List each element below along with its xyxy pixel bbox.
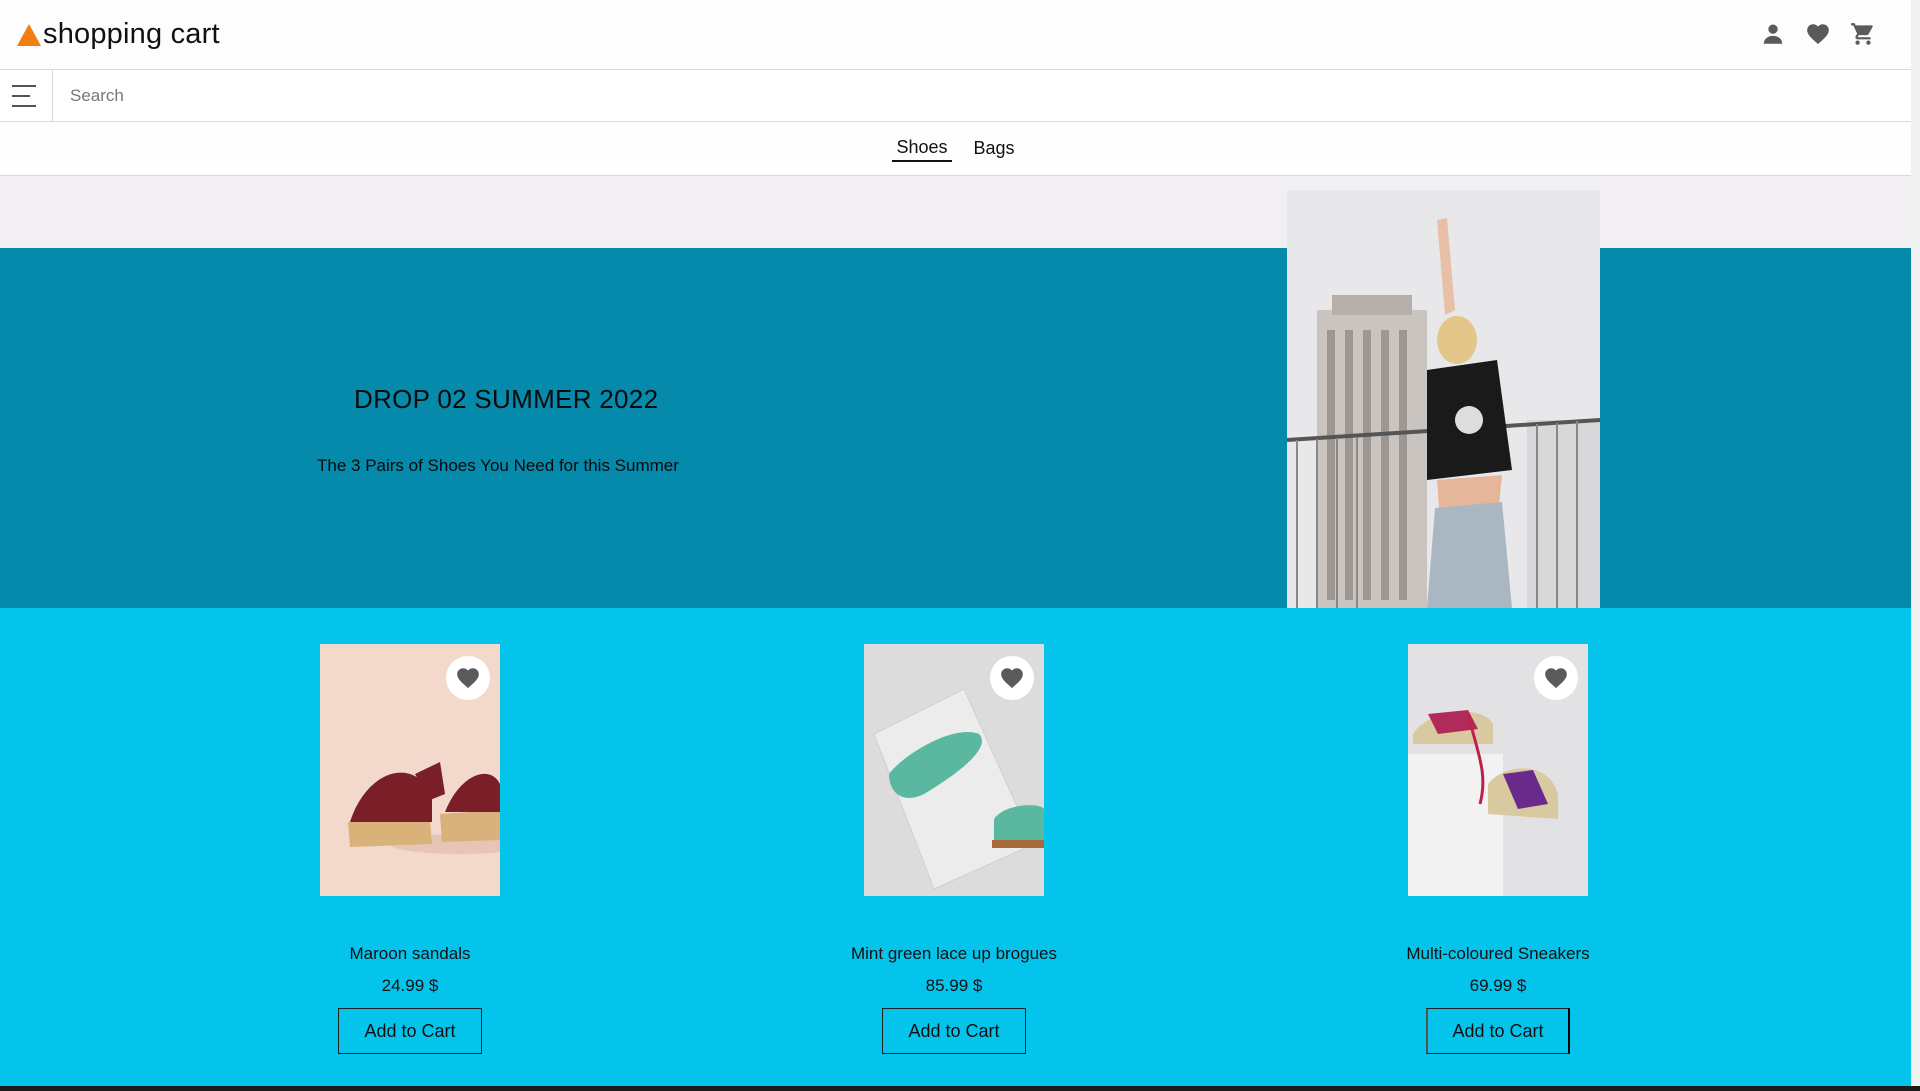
favorite-heart-icon[interactable] [1534, 656, 1578, 700]
hamburger-menu-icon[interactable] [0, 70, 53, 122]
product-card: Maroon sandals 24.99 $ Add to Cart [290, 644, 530, 1054]
cart-icon[interactable] [1849, 20, 1877, 48]
product-image[interactable] [320, 644, 500, 896]
hero-banner: DROP 02 SUMMER 2022 The 3 Pairs of Shoes… [0, 248, 1911, 608]
menu-line [12, 105, 36, 107]
product-price: 85.99 $ [925, 976, 983, 995]
add-to-cart-button[interactable]: Add to Cart [338, 1008, 482, 1054]
logo[interactable]: shopping cart [17, 18, 220, 51]
window-bottom-edge [0, 1086, 1920, 1091]
tab-shoes[interactable]: Shoes [892, 135, 952, 162]
tab-bags[interactable]: Bags [970, 136, 1019, 161]
hero-subtitle: The 3 Pairs of Shoes You Need for this S… [317, 456, 679, 475]
add-to-cart-button[interactable]: Add to Cart [1426, 1008, 1570, 1054]
product-image[interactable] [864, 644, 1044, 896]
search-input[interactable] [54, 70, 1904, 121]
logo-text: shopping cart [43, 18, 220, 50]
header-icons [1759, 20, 1877, 48]
category-nav: Shoes Bags [0, 122, 1911, 176]
top-header: shopping cart [0, 0, 1911, 70]
product-image[interactable] [1408, 644, 1588, 896]
hero-top-band [0, 176, 1911, 248]
menu-line [12, 85, 36, 87]
menu-line [12, 95, 30, 97]
product-price: 69.99 $ [1469, 976, 1527, 995]
search-bar-row [0, 70, 1911, 122]
hero-title: DROP 02 SUMMER 2022 [354, 384, 659, 414]
product-name[interactable]: Mint green lace up brogues [834, 944, 1074, 964]
add-to-cart-button[interactable]: Add to Cart [882, 1008, 1026, 1054]
scrollbar-track[interactable] [1911, 0, 1920, 1091]
product-card: Mint green lace up brogues 85.99 $ Add t… [834, 644, 1074, 1054]
favorite-heart-icon[interactable] [446, 656, 490, 700]
triangle-logo-icon [17, 23, 41, 46]
product-grid: Maroon sandals 24.99 $ Add to Cart Mint … [0, 608, 1911, 1086]
product-name[interactable]: Multi-coloured Sneakers [1378, 944, 1618, 964]
page: shopping cart Shoes Bags DROP 02 SU [0, 0, 1911, 1086]
account-icon[interactable] [1759, 20, 1787, 48]
hero-model-photo [1287, 190, 1600, 608]
product-price: 24.99 $ [381, 976, 439, 995]
product-name[interactable]: Maroon sandals [290, 944, 530, 964]
favorites-heart-icon[interactable] [1804, 20, 1832, 48]
product-card: Multi-coloured Sneakers 69.99 $ Add to C… [1378, 644, 1618, 1054]
favorite-heart-icon[interactable] [990, 656, 1034, 700]
